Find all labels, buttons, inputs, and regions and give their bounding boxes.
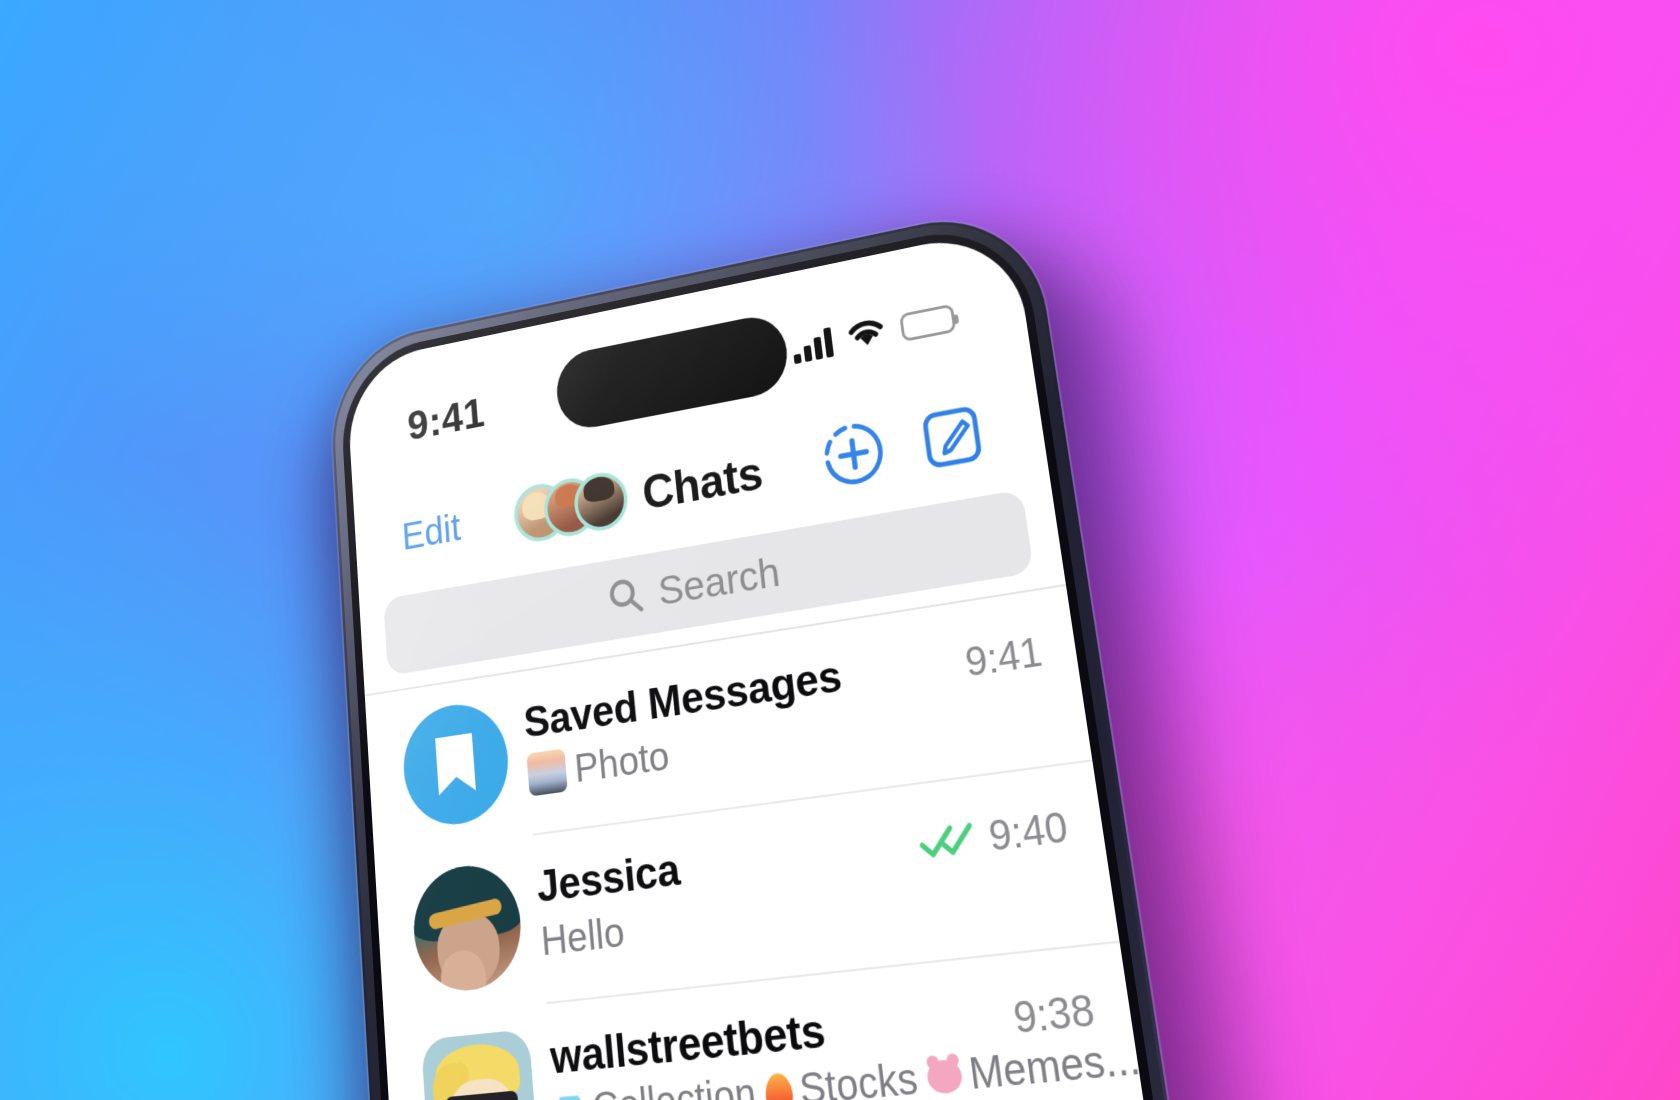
- read-double-check-icon: [916, 818, 980, 866]
- topic-memes[interactable]: Memes...: [924, 1034, 1143, 1100]
- chat-body: Jessica Hello: [535, 810, 917, 964]
- chat-name: wallstreetbets: [548, 1002, 828, 1084]
- nav-actions: [817, 395, 992, 498]
- page-title: Chats: [640, 446, 766, 520]
- topic-label: Stocks: [797, 1054, 921, 1100]
- search-placeholder: Search: [656, 548, 783, 615]
- edit-button[interactable]: Edit: [401, 505, 462, 559]
- dynamic-island: [553, 310, 792, 434]
- compose-icon[interactable]: [915, 396, 991, 480]
- chat-meta: 9:38: [1008, 971, 1098, 1044]
- chat-preview-text: Photo: [572, 732, 672, 791]
- pig-icon: [925, 1058, 964, 1096]
- chat-body: wallstreetbets Collection Stocks: [548, 980, 1143, 1100]
- battery-icon: [899, 303, 957, 343]
- chat-body: Saved Messages Photo: [522, 629, 964, 797]
- saved-messages-bookmark-icon: [400, 697, 513, 831]
- chat-timestamp: 9:41: [962, 629, 1045, 686]
- jessica-avatar: [410, 859, 526, 996]
- wifi-icon: [844, 313, 888, 357]
- wallstreetbets-avatar: [421, 1028, 539, 1100]
- status-time: 9:41: [406, 387, 487, 449]
- chat-meta: 9:40: [914, 789, 1071, 870]
- status-icons: [791, 299, 957, 367]
- chat-timestamp: 9:40: [986, 803, 1071, 861]
- add-story-icon[interactable]: [817, 414, 892, 499]
- topic-label: Memes...: [966, 1033, 1144, 1099]
- gem-icon: [554, 1095, 587, 1100]
- photo-thumbnail: [526, 748, 568, 797]
- iphone-device: 9:41 Edit Chats Search Saved Messages Ph…: [327, 201, 1424, 1100]
- chat-meta: 9:41: [961, 615, 1045, 686]
- chat-timestamp: 9:38: [1010, 986, 1098, 1044]
- phone-perspective-space: 9:41 Edit Chats Search Saved Messages Ph…: [0, 0, 1680, 1100]
- screenshot-root: 9:41 Edit Chats Search Saved Messages Ph…: [0, 0, 1680, 1100]
- fire-icon: [763, 1072, 795, 1100]
- chat-preview-text: Hello: [539, 907, 627, 965]
- story-avatars-icon[interactable]: [512, 468, 630, 546]
- search-icon: [604, 571, 646, 624]
- cellular-bars-icon: [791, 327, 834, 365]
